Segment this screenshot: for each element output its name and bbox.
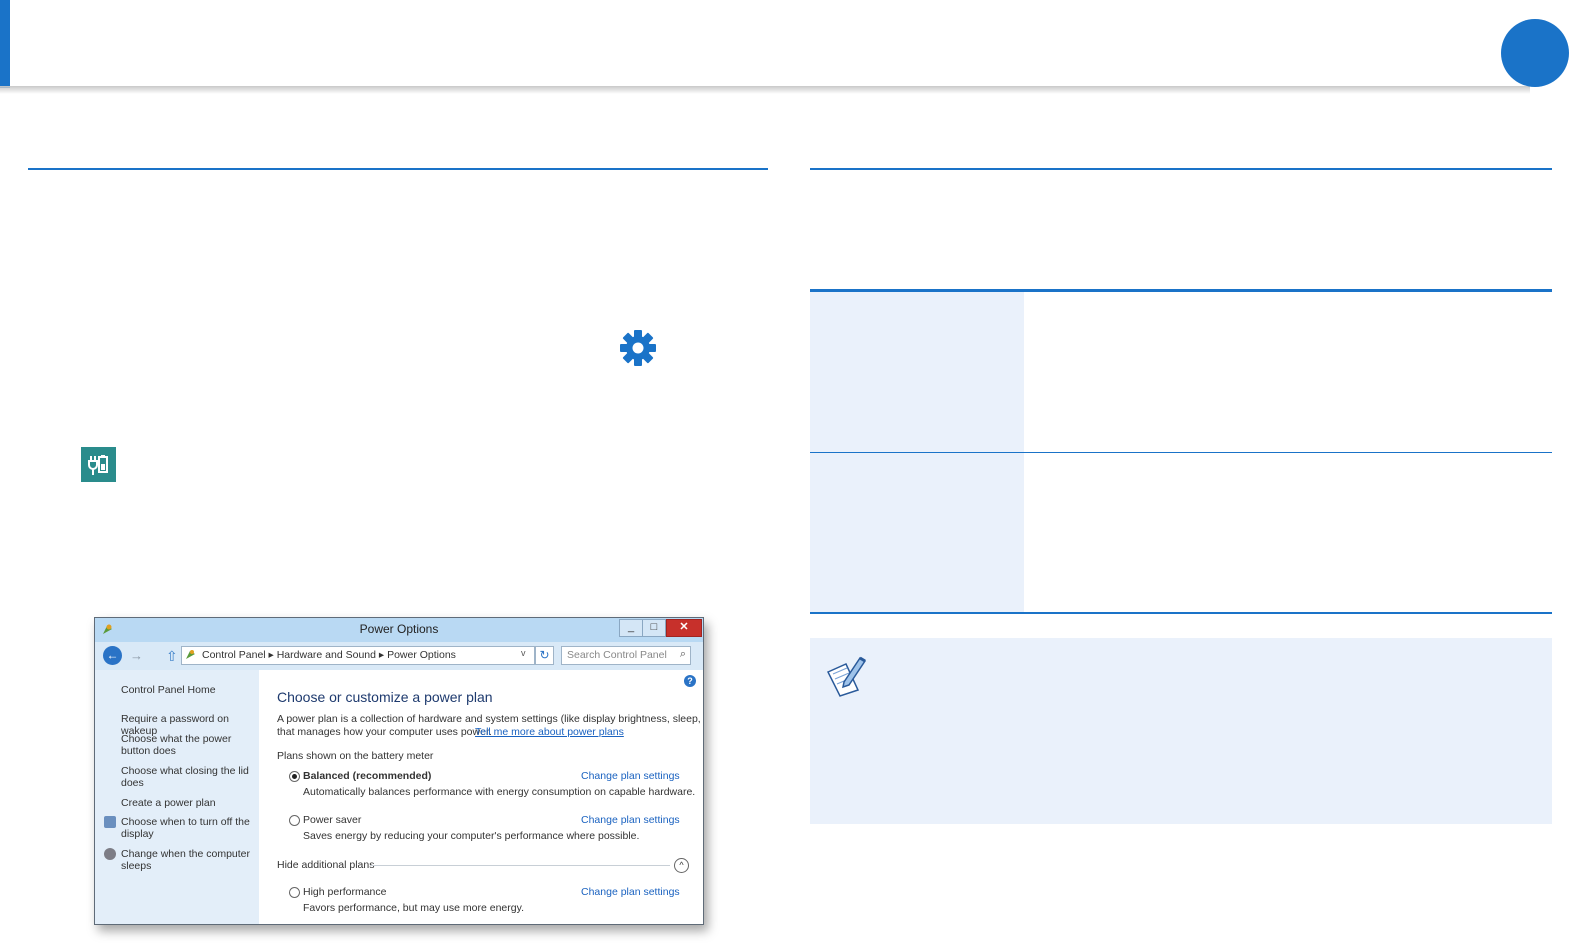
right-section-rule	[810, 168, 1552, 170]
window-title: Power Options	[359, 622, 439, 636]
up-arrow-icon[interactable]: ⇧	[166, 647, 178, 665]
navigation-bar: ← → ⇧ Control Panel ▸ Hardware and Sound…	[95, 642, 703, 670]
minimize-button[interactable]: _	[619, 619, 643, 637]
header-divider	[0, 86, 1530, 94]
intro-text-line2: that manages how your computer uses powe…	[277, 726, 492, 738]
note-pencil-icon	[826, 656, 867, 697]
plan-power-saver-description: Saves energy by reducing your computer's…	[303, 830, 640, 842]
power-options-window: Power Options _ □ ✕ ← → ⇧ Control Panel …	[94, 617, 704, 925]
maximize-button[interactable]: □	[642, 619, 666, 637]
main-panel: ? Choose or customize a power plan A pow…	[259, 670, 703, 924]
back-arrow-icon[interactable]: ←	[103, 646, 122, 665]
forward-arrow-icon[interactable]: →	[127, 646, 146, 665]
sidebar-item-create-plan[interactable]: Create a power plan	[121, 797, 216, 809]
collapse-chevron-icon[interactable]: ^	[674, 858, 689, 873]
intro-help-link[interactable]: Tell me more about power plans	[475, 726, 624, 738]
refresh-icon[interactable]: ↻	[535, 646, 554, 665]
help-icon[interactable]: ?	[684, 675, 696, 687]
section-divider	[370, 865, 670, 866]
plan-high-performance-description: Favors performance, but may use more ene…	[303, 902, 524, 914]
search-input[interactable]: Search Control Panel ⌕	[561, 646, 691, 665]
table-row-2-label-cell	[810, 453, 1024, 612]
address-bar[interactable]: Control Panel ▸ Hardware and Sound ▸ Pow…	[181, 646, 535, 665]
note-box	[810, 638, 1552, 824]
radio-high-performance[interactable]	[289, 887, 300, 898]
chapter-marker	[1501, 19, 1569, 87]
left-section-rule	[28, 168, 768, 170]
radio-power-saver[interactable]	[289, 815, 300, 826]
power-options-icon	[81, 447, 116, 482]
plan-high-performance-label[interactable]: High performance	[303, 886, 386, 898]
address-dropdown-icon[interactable]: v	[521, 648, 531, 658]
sidebar-item-power-button[interactable]: Choose what the power button does	[121, 733, 257, 757]
plan-balanced-label[interactable]: Balanced (recommended)	[303, 770, 431, 782]
page-title: Choose or customize a power plan	[277, 689, 493, 705]
change-plan-settings-high-performance[interactable]: Change plan settings	[581, 886, 680, 898]
header-accent-bar	[0, 0, 10, 88]
sidebar: Control Panel Home Require a password on…	[95, 670, 259, 924]
plan-power-saver-label[interactable]: Power saver	[303, 814, 361, 826]
sidebar-item-home[interactable]: Control Panel Home	[121, 684, 216, 696]
table-row-1-label-cell	[810, 292, 1024, 452]
settings-gear-icon	[620, 330, 656, 366]
control-panel-icon	[186, 650, 195, 659]
intro-text-line1: A power plan is a collection of hardware…	[277, 713, 704, 725]
window-titlebar[interactable]: Power Options _ □ ✕	[95, 618, 703, 642]
hide-additional-plans[interactable]: Hide additional plans	[277, 859, 374, 871]
search-placeholder: Search Control Panel	[567, 649, 667, 661]
breadcrumb[interactable]: Control Panel ▸ Hardware and Sound ▸ Pow…	[202, 649, 456, 661]
search-icon[interactable]: ⌕	[680, 648, 686, 661]
plans-caption: Plans shown on the battery meter	[277, 750, 434, 762]
sidebar-item-sleep[interactable]: Change when the computer sleeps	[121, 848, 251, 872]
close-button[interactable]: ✕	[666, 619, 702, 637]
display-icon	[104, 816, 116, 828]
sleep-icon	[104, 848, 116, 860]
change-plan-settings-power-saver[interactable]: Change plan settings	[581, 814, 680, 826]
plan-balanced-description: Automatically balances performance with …	[303, 786, 696, 798]
radio-balanced[interactable]	[289, 771, 300, 782]
change-plan-settings-balanced[interactable]: Change plan settings	[581, 770, 680, 782]
table-bottom-rule	[810, 612, 1552, 614]
sidebar-item-lid[interactable]: Choose what closing the lid does	[121, 765, 251, 789]
sidebar-item-display[interactable]: Choose when to turn off the display	[121, 816, 251, 840]
